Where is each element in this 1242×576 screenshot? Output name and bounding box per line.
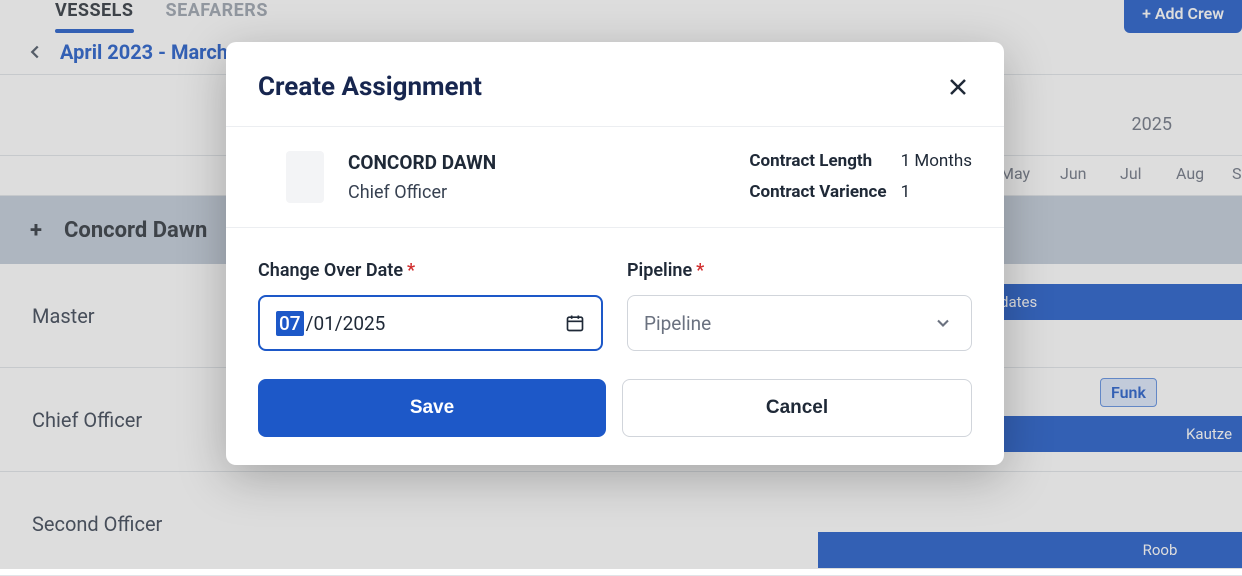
- chevron-down-icon: [933, 313, 953, 333]
- date-rest: /01/2025: [306, 312, 386, 335]
- modal-title: Create Assignment: [258, 72, 482, 102]
- date-day-selected: 07: [276, 311, 304, 336]
- pipeline-select[interactable]: Pipeline: [627, 295, 972, 351]
- vessel-thumbnail: [286, 151, 324, 203]
- modal-vessel-name: CONCORD DAWN: [348, 151, 496, 174]
- calendar-icon[interactable]: [565, 313, 585, 333]
- contract-length-value: 1 Months: [901, 151, 972, 172]
- contract-variance-value: 1: [901, 182, 972, 203]
- change-over-date-label: Change Over Date*: [258, 260, 603, 281]
- save-button[interactable]: Save: [258, 379, 606, 437]
- close-button[interactable]: [944, 73, 972, 101]
- modal-rank: Chief Officer: [348, 182, 496, 203]
- pipeline-placeholder: Pipeline: [644, 312, 711, 335]
- contract-length-label: Contract Length: [749, 151, 886, 172]
- cancel-button[interactable]: Cancel: [622, 379, 972, 437]
- change-over-date-input[interactable]: 07 /01/2025: [258, 295, 603, 351]
- pipeline-label: Pipeline*: [627, 260, 972, 281]
- contract-variance-label: Contract Varience: [749, 182, 886, 203]
- create-assignment-modal: Create Assignment CONCORD DAWN Chief Off…: [226, 42, 1004, 465]
